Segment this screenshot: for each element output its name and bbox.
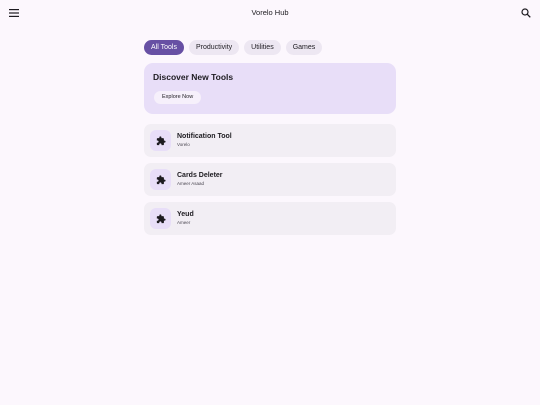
- tool-author: Ameer Asaad: [177, 181, 205, 186]
- tool-author: Vorelo: [177, 142, 190, 147]
- tool-card-notification-tool[interactable]: Notification Tool Vorelo: [144, 124, 396, 157]
- puzzle-icon: [156, 174, 166, 184]
- search-icon: [521, 8, 531, 18]
- tool-card-cards-deleter[interactable]: Cards Deleter Ameer Asaad: [144, 163, 396, 196]
- discover-banner: Discover New Tools Explore Now: [144, 63, 396, 114]
- filter-chips: All Tools Productivity Utilities Games: [144, 40, 323, 55]
- tool-author: Ameer: [177, 220, 191, 225]
- page-title: Vorelo Hub: [251, 8, 289, 17]
- filter-chip-utilities[interactable]: Utilities: [244, 40, 281, 55]
- search-button[interactable]: [518, 5, 534, 21]
- top-app-bar: Vorelo Hub: [0, 0, 540, 26]
- filter-chip-productivity[interactable]: Productivity: [188, 40, 240, 55]
- filter-chip-games[interactable]: Games: [285, 40, 323, 55]
- tool-card-yeud[interactable]: Yeud Ameer: [144, 202, 396, 235]
- tool-icon-container: [150, 169, 171, 190]
- tool-name: Notification Tool: [177, 133, 232, 140]
- puzzle-icon: [156, 213, 166, 223]
- tool-list: Notification Tool Vorelo Cards Deleter A…: [144, 124, 396, 235]
- explore-now-button[interactable]: Explore Now: [154, 91, 202, 104]
- tool-name: Cards Deleter: [177, 172, 223, 179]
- filter-chip-all-tools[interactable]: All Tools: [144, 40, 184, 55]
- tool-icon-container: [150, 130, 171, 151]
- banner-title: Discover New Tools: [153, 72, 234, 82]
- tool-icon-container: [150, 208, 171, 229]
- tool-name: Yeud: [177, 211, 194, 218]
- puzzle-icon: [156, 135, 166, 145]
